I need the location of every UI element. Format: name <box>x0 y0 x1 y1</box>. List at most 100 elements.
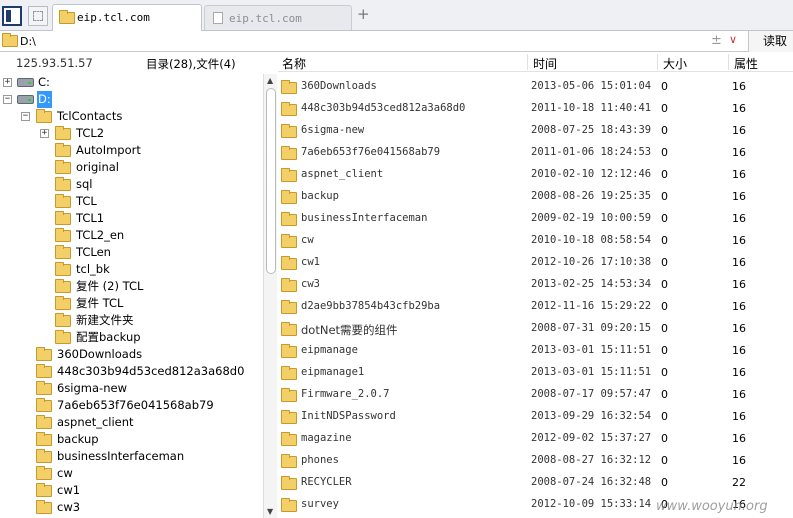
tree-item-label: 7a6eb653f76e041568ab79 <box>57 398 214 412</box>
list-row[interactable]: cw 2010-10-18 08:58:54 0 16 <box>278 230 793 252</box>
row-attr: 16 <box>732 278 746 291</box>
folder-icon <box>36 347 52 361</box>
row-size: 0 <box>661 344 668 357</box>
row-time: 2013-09-29 16:32:54 <box>531 410 652 422</box>
scrollbar-thumb[interactable] <box>266 88 276 274</box>
list-row[interactable]: businessInterfaceman 2009-02-19 10:00:59 0… <box>278 208 793 230</box>
row-attr: 16 <box>732 366 746 379</box>
row-name: backup <box>301 190 339 202</box>
column-header-name[interactable]: 名称 <box>282 55 306 72</box>
folder-icon <box>281 168 297 182</box>
sidebar-toggle-icon[interactable] <box>2 6 22 26</box>
row-attr: 16 <box>732 212 746 225</box>
row-size: 0 <box>661 190 668 203</box>
row-name: eipmanage <box>301 344 358 356</box>
list-header: 名称 时间 大小 属性 <box>278 52 793 72</box>
folder-icon <box>281 410 297 424</box>
row-size: 0 <box>661 124 668 137</box>
row-name: eipmanage1 <box>301 366 365 378</box>
folder-icon <box>36 432 52 446</box>
list-row[interactable]: backup 2008-08-26 19:25:35 0 16 <box>278 186 793 208</box>
row-size: 0 <box>661 212 668 225</box>
row-name: 448c303b94d53ced812a3a68d0 <box>301 102 466 114</box>
column-header-size[interactable]: 大小 <box>663 55 687 72</box>
tab-inactive[interactable]: eip.tcl.com <box>204 5 352 30</box>
column-divider[interactable] <box>657 54 658 70</box>
row-size: 0 <box>661 168 668 181</box>
list-row[interactable]: magazine 2012-09-02 15:37:27 0 16 <box>278 428 793 450</box>
list-row[interactable]: phones 2008-08-27 16:32:12 0 16 <box>278 450 793 472</box>
expand-icon[interactable]: + <box>40 129 49 138</box>
row-attr: 16 <box>732 234 746 247</box>
row-name: RECYCLER <box>301 476 352 488</box>
list-row[interactable]: d2ae9bb37854b43cfb29ba 2012-11-16 15:29:2… <box>278 296 793 318</box>
folder-icon <box>55 245 71 259</box>
row-name: businessInterfaceman <box>301 212 428 224</box>
folder-icon <box>55 194 71 208</box>
tree-item-label: 复件 TCL <box>76 296 124 310</box>
collapse-icon[interactable]: − <box>3 95 12 104</box>
tree-scrollbar[interactable]: ▲ ▼ <box>263 74 277 518</box>
folder-icon <box>36 466 52 480</box>
tree-item-label: AutoImport <box>76 143 141 157</box>
row-time: 2010-10-18 08:58:54 <box>531 234 652 246</box>
row-time: 2013-03-01 15:11:51 <box>531 344 652 356</box>
column-divider[interactable] <box>728 54 729 70</box>
list-row[interactable]: 360Downloads 2013-05-06 15:01:04 0 16 <box>278 76 793 98</box>
folder-icon <box>281 432 297 446</box>
tree-item-label: 配置backup <box>76 330 141 344</box>
column-divider[interactable] <box>527 54 528 70</box>
tree-item-label: 448c303b94d53ced812a3a68d0 <box>57 364 245 378</box>
row-time: 2013-05-06 15:01:04 <box>531 80 652 92</box>
row-name: Firmware_2.0.7 <box>301 388 390 400</box>
tree-item-label: original <box>76 160 119 174</box>
row-name: cw <box>301 234 314 246</box>
list-row[interactable]: 448c303b94d53ced812a3a68d0 2011-10-18 11:… <box>278 98 793 120</box>
folder-icon <box>55 160 71 174</box>
list-row[interactable]: eipmanage1 2013-03-01 15:11:51 0 16 <box>278 362 793 384</box>
tree-item-label: TCLen <box>76 245 111 259</box>
path-input[interactable]: D:\ <box>20 35 36 48</box>
row-size: 0 <box>661 80 668 93</box>
tab-active[interactable]: eip.tcl.com <box>52 4 202 31</box>
list-row[interactable]: InitNDSPassword 2013-09-29 16:32:54 0 16 <box>278 406 793 428</box>
folder-icon <box>55 143 71 157</box>
folder-icon <box>55 313 71 327</box>
chevron-down-icon[interactable]: ∨ <box>729 33 737 46</box>
row-name: InitNDSPassword <box>301 410 396 422</box>
row-time: 2013-02-25 14:53:34 <box>531 278 652 290</box>
tree-item-label: sql <box>76 177 93 191</box>
row-time: 2012-10-09 15:33:14 <box>531 498 652 510</box>
scroll-down-icon[interactable]: ▼ <box>267 507 273 516</box>
row-attr: 16 <box>732 300 746 313</box>
plus-minus-icon[interactable]: ± <box>711 33 722 48</box>
list-row[interactable]: dotNet需要的组件 2008-07-31 09:20:15 0 16 <box>278 318 793 340</box>
tab-overview-icon[interactable] <box>28 6 48 26</box>
row-size: 0 <box>661 300 668 313</box>
column-header-attr[interactable]: 属性 <box>734 55 758 72</box>
new-tab-button[interactable]: + <box>357 7 370 22</box>
read-button[interactable]: 读取 <box>748 31 793 52</box>
list-row[interactable]: cw3 2013-02-25 14:53:34 0 16 <box>278 274 793 296</box>
folder-icon <box>281 322 297 336</box>
list-row[interactable]: 6sigma-new 2008-07-25 18:43:39 0 16 <box>278 120 793 142</box>
column-header-time[interactable]: 时间 <box>533 55 557 72</box>
folder-icon <box>281 102 297 116</box>
row-name: cw3 <box>301 278 320 290</box>
row-attr: 16 <box>732 168 746 181</box>
list-row[interactable]: RECYCLER 2008-07-24 16:32:48 0 22 <box>278 472 793 494</box>
tree-item-label: businessInterfaceman <box>57 449 185 463</box>
list-row[interactable]: Firmware_2.0.7 2008-07-17 09:57:47 0 16 <box>278 384 793 406</box>
row-attr: 16 <box>732 454 746 467</box>
list-row[interactable]: cw1 2012-10-26 17:10:38 0 16 <box>278 252 793 274</box>
collapse-icon[interactable]: − <box>21 112 30 121</box>
folder-icon <box>281 212 297 226</box>
expand-icon[interactable]: + <box>3 78 12 87</box>
tree-item-label: 6sigma-new <box>57 381 127 395</box>
scroll-up-icon[interactable]: ▲ <box>267 76 273 85</box>
folder-icon <box>281 344 297 358</box>
row-size: 0 <box>661 256 668 269</box>
list-row[interactable]: eipmanage 2013-03-01 15:11:51 0 16 <box>278 340 793 362</box>
list-row[interactable]: aspnet_client 2010-02-10 12:12:46 0 16 <box>278 164 793 186</box>
list-row[interactable]: 7a6eb653f76e041568ab79 2011-01-06 18:24:5… <box>278 142 793 164</box>
